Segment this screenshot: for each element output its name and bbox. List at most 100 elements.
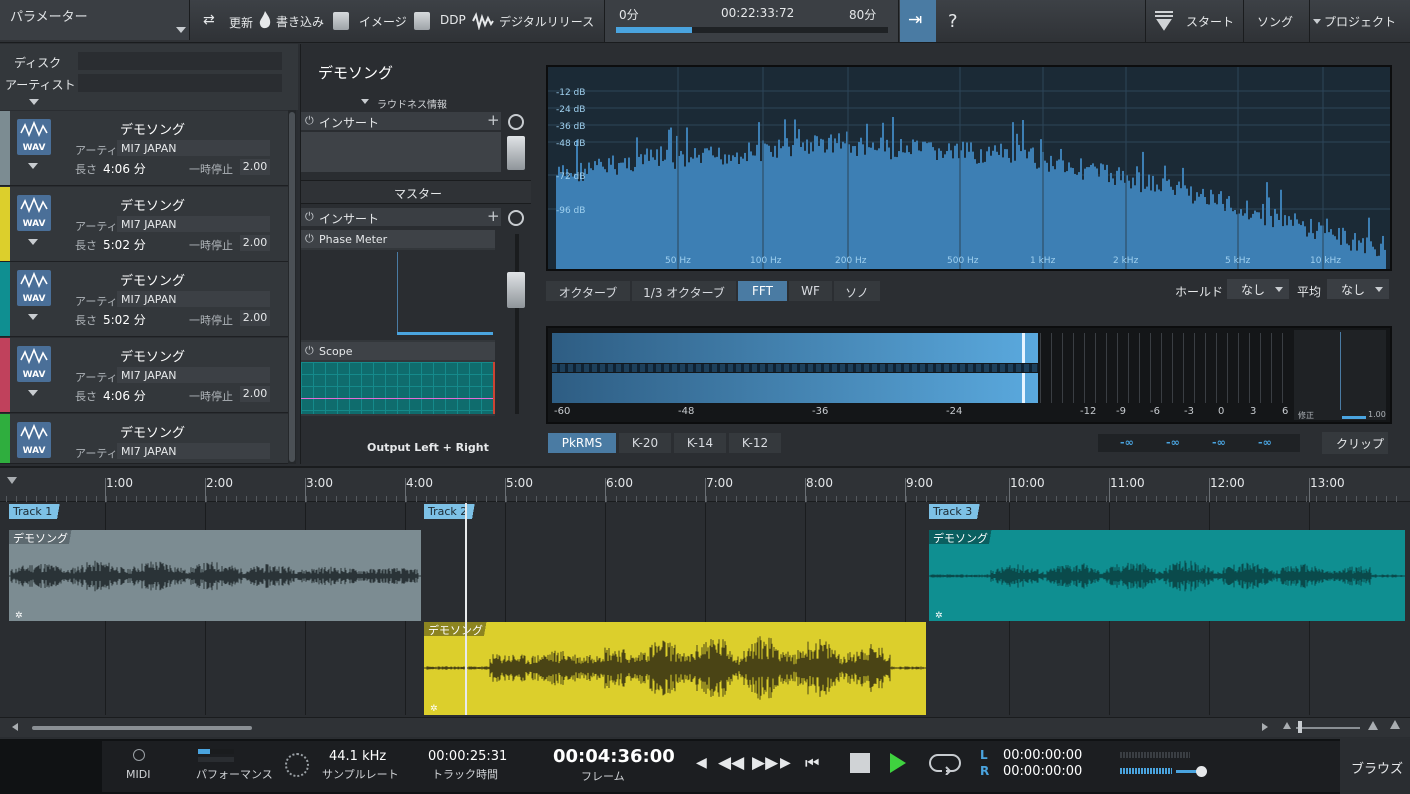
next-marker-button[interactable]: ▶ xyxy=(780,755,791,771)
volume-knob[interactable] xyxy=(1196,766,1207,777)
phase-meter-header[interactable]: ⏻ Phase Meter xyxy=(301,230,495,248)
rewind-button[interactable]: ◀◀ xyxy=(718,753,744,773)
browse-button[interactable]: ブラウズ xyxy=(1340,739,1410,794)
master-fader[interactable] xyxy=(507,272,525,308)
meter-tab[interactable]: PkRMS xyxy=(548,433,616,453)
artist-field[interactable] xyxy=(78,74,282,92)
playhead[interactable] xyxy=(465,503,467,715)
spectrum-tab[interactable]: WF xyxy=(789,281,832,301)
export-toggle-button[interactable]: ⇥ xyxy=(900,0,936,42)
gear-icon[interactable]: ✲ xyxy=(430,704,438,714)
avg-select[interactable]: なし xyxy=(1327,279,1389,299)
song-artist-field[interactable]: MI7 JAPAN xyxy=(117,216,270,232)
loop-button[interactable] xyxy=(928,751,962,775)
song-row[interactable]: WAV デモソング アーティ MI7 JAPAN 長さ 4:06 分 一時停止 2.00 xyxy=(0,338,296,413)
song-row[interactable]: WAV デモソング アーティ MI7 JAPAN xyxy=(0,414,296,464)
add-insert-icon[interactable]: + xyxy=(487,207,500,225)
power-icon[interactable]: ⏻ xyxy=(305,210,314,224)
fast-forward-button[interactable]: ▶▶ xyxy=(752,753,778,773)
meter-tab[interactable]: K-20 xyxy=(619,433,671,453)
scrollbar-thumb[interactable] xyxy=(289,112,295,462)
play-button[interactable] xyxy=(888,751,908,775)
power-icon[interactable]: ⏻ xyxy=(305,232,314,246)
loop-r-time[interactable]: 00:00:00:00 xyxy=(1003,764,1082,779)
output-label[interactable]: Output Left + Right xyxy=(367,441,489,454)
song-artist-field[interactable]: MI7 JAPAN xyxy=(117,291,270,307)
hold-select[interactable]: なし xyxy=(1227,279,1289,299)
chevron-down-icon[interactable] xyxy=(28,390,38,396)
scroll-right-icon[interactable] xyxy=(1262,723,1268,731)
chevron-down-icon[interactable] xyxy=(28,239,38,245)
spectrum-tab[interactable]: ソノ xyxy=(834,281,880,301)
song-knob-icon[interactable] xyxy=(508,114,524,130)
song-list-scrollbar[interactable] xyxy=(288,110,296,464)
ruler-minor-tick xyxy=(946,496,947,502)
scope-plugin[interactable]: ⏻ Scope xyxy=(301,342,495,416)
spectrum-bar xyxy=(818,145,820,269)
frame-time-value[interactable]: 00:04:36:00 xyxy=(553,746,675,767)
song-fader[interactable] xyxy=(507,136,525,170)
phase-meter-plugin[interactable]: ⏻ Phase Meter xyxy=(301,230,495,342)
song-artist-field[interactable]: MI7 JAPAN xyxy=(117,367,270,383)
song-row[interactable]: WAV デモソング アーティ MI7 JAPAN 長さ 5:02 分 一時停止 2.00 xyxy=(0,262,296,337)
track2-clip[interactable]: デモソング ✲ xyxy=(424,622,926,715)
loop-l-time[interactable]: 00:00:00:00 xyxy=(1003,748,1082,763)
start-page-button[interactable]: スタート xyxy=(1145,0,1242,42)
song-page-button[interactable]: ソング xyxy=(1243,0,1308,42)
ruler-start-marker[interactable] xyxy=(7,477,17,484)
power-icon[interactable]: ⏻ xyxy=(305,344,314,358)
power-icon[interactable]: ⏻ xyxy=(305,114,314,128)
track1-clip[interactable]: デモソング ✲ xyxy=(9,530,421,621)
return-to-zero-button[interactable]: ⏮ xyxy=(805,753,819,773)
help-button[interactable]: ? xyxy=(948,11,958,32)
scroll-left-icon[interactable] xyxy=(12,723,18,731)
song-artist-field[interactable]: MI7 JAPAN xyxy=(117,140,270,156)
spectrum-tab[interactable]: オクターブ xyxy=(546,281,630,301)
performance-meter[interactable]: パフォーマンス xyxy=(196,747,276,787)
scrollbar-thumb[interactable] xyxy=(32,726,252,730)
midi-button[interactable]: MIDI xyxy=(118,747,158,787)
track1-label[interactable]: Track 1 xyxy=(9,504,67,519)
song-row[interactable]: WAV デモソング アーティ MI7 JAPAN 長さ 4:06 分 一時停止 2.00 xyxy=(0,111,296,186)
spectrum-tab[interactable]: 1/3 オクターブ xyxy=(632,281,736,301)
prev-marker-button[interactable]: ◀ xyxy=(696,755,707,771)
scroll-end-icon[interactable] xyxy=(1390,720,1400,729)
master-knob-icon[interactable] xyxy=(508,210,524,226)
song-pause-field[interactable]: 2.00 xyxy=(240,310,270,326)
project-page-button[interactable]: プロジェクト xyxy=(1309,0,1410,42)
track2-label[interactable]: Track 2 xyxy=(424,504,482,519)
scope-header[interactable]: ⏻ Scope xyxy=(301,342,495,360)
track3-clip[interactable]: デモソング ✲ xyxy=(929,530,1405,621)
stop-button[interactable] xyxy=(850,753,870,773)
track3-label[interactable]: Track 3 xyxy=(929,504,987,519)
song-insert-slot[interactable] xyxy=(301,132,501,172)
chevron-down-icon[interactable] xyxy=(28,314,38,320)
song-artist-field[interactable]: MI7 JAPAN xyxy=(117,443,270,459)
song-pause-field[interactable]: 2.00 xyxy=(240,386,270,402)
spectrum-bar xyxy=(632,171,634,269)
master-insert-header[interactable]: ⏻ インサート + xyxy=(301,207,501,226)
params-dropdown[interactable]: パラメーター xyxy=(0,0,190,40)
spectrum-tab[interactable]: FFT xyxy=(738,281,787,301)
zoom-out-icon[interactable] xyxy=(1283,722,1291,729)
gear-icon[interactable]: ✲ xyxy=(935,611,943,621)
timeline-scrollbar[interactable] xyxy=(0,717,1410,737)
add-insert-icon[interactable]: + xyxy=(487,111,500,129)
meter-tab[interactable]: K-12 xyxy=(729,433,781,453)
meter-tab[interactable]: K-14 xyxy=(674,433,726,453)
zoom-in-icon[interactable] xyxy=(1368,721,1378,730)
clip-button[interactable]: クリップ xyxy=(1322,432,1388,454)
song-insert-header[interactable]: ⏻ インサート + xyxy=(301,111,501,130)
song-row[interactable]: WAV デモソング アーティ MI7 JAPAN 長さ 5:02 分 一時停止 2.00 xyxy=(0,187,296,262)
spectrum-bar xyxy=(878,148,880,269)
disc-field[interactable] xyxy=(78,52,282,70)
zoom-slider[interactable] xyxy=(1296,727,1360,729)
song-pause-field[interactable]: 2.00 xyxy=(240,235,270,251)
chevron-down-icon[interactable] xyxy=(28,163,38,169)
song-pause-field[interactable]: 2.00 xyxy=(240,159,270,175)
zoom-slider-thumb[interactable] xyxy=(1298,721,1302,733)
collapse-icon[interactable] xyxy=(29,99,39,105)
loop-r-label: R xyxy=(980,764,990,778)
sync-icon[interactable] xyxy=(285,753,309,777)
gear-icon[interactable]: ✲ xyxy=(15,611,23,621)
